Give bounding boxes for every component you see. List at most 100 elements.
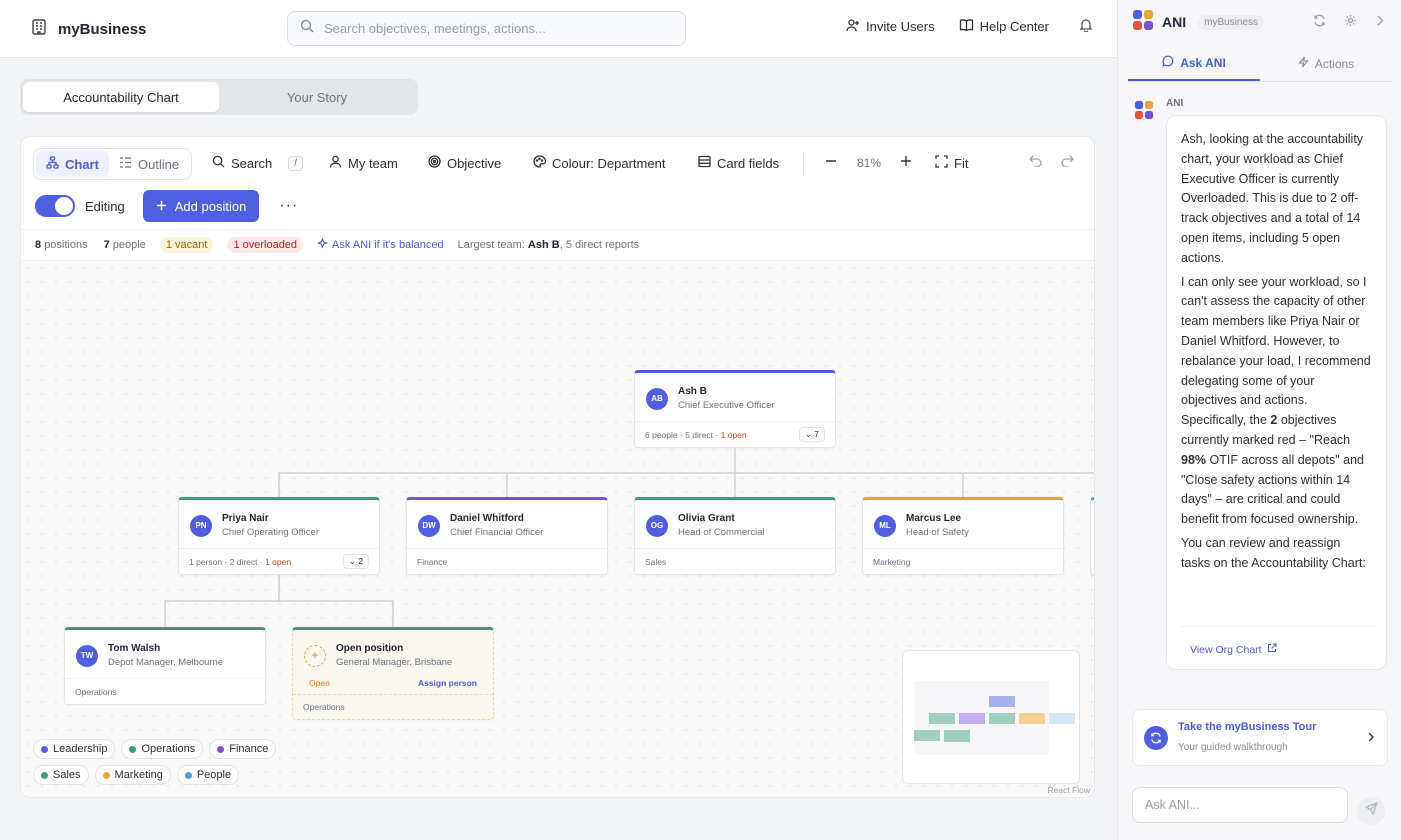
minimap-node [1019,713,1045,724]
undo-button[interactable] [1029,155,1042,170]
outline-view-button[interactable]: Outline [109,151,189,177]
invite-users-button[interactable]: Invite Users [846,18,935,35]
position-card-marcus-lee[interactable]: ML Marcus Lee Head of Safety Marketing [862,497,1064,575]
position-card-open-position[interactable]: + Open position General Manager, Brisbane… [292,627,494,720]
expand-reports-button[interactable]: ⌄ 2 [342,554,369,569]
target-icon [428,155,441,171]
objective-button[interactable]: Objective [428,155,501,171]
table-icon [698,155,711,171]
chart-toolbar: Chart Outline Search / My team Objective… [21,137,1094,229]
colour-department-button[interactable]: Colour: Department [533,155,665,171]
card-fields-button[interactable]: Card fields [698,155,779,171]
vacant-badge[interactable]: 1 vacant [159,237,214,253]
hierarchy-icon [46,156,59,172]
zoom-level: 81% [857,156,882,170]
ask-ani-balanced-link[interactable]: Ask ANI if it's balanced [316,237,444,252]
chart-search-button[interactable]: Search / [212,155,303,171]
tour-card[interactable]: Take the myBusiness Tour Your guided wal… [1132,709,1388,766]
brand[interactable]: myBusiness [30,18,146,41]
assign-person-link[interactable]: Assign person [418,678,477,688]
more-options-icon[interactable]: ··· [279,197,298,215]
view-tabs: Accountability Chart Your Story [20,79,418,115]
settings-gear-icon[interactable] [1344,14,1357,32]
chevron-right-icon[interactable] [1375,14,1385,32]
overloaded-badge[interactable]: 1 overloaded [227,237,304,253]
avatar: DW [418,514,440,537]
zoom-in-button[interactable] [900,155,912,170]
ask-ani-input[interactable] [1132,787,1348,823]
tab-actions[interactable]: Actions [1260,46,1392,81]
global-search[interactable] [287,11,686,46]
position-card-priya-nair[interactable]: PN Priya Nair Chief Operating Officer 1 p… [178,497,380,575]
send-button[interactable] [1357,797,1385,825]
card-meta: 6 people · 5 direct · 1 open [645,429,747,440]
position-card-olivia-grant[interactable]: OG Olivia Grant Head of Commercial Sales [634,497,836,575]
org-chart-canvas[interactable]: AB Ash B Chief Executive Officer 6 people… [21,261,1094,797]
zoom-out-button[interactable] [825,155,837,170]
add-position-label: Add position [174,198,247,214]
people-count: 7 people [103,239,146,251]
sparkle-icon [316,237,329,252]
largest-team-info: Largest team: Ash B, 5 direct reports [457,239,640,251]
department-label: Finance [417,556,448,567]
person-name: Priya Nair [222,513,269,524]
building-icon [30,18,48,41]
minimap-node [989,696,1015,707]
position-card-ash-b[interactable]: AB Ash B Chief Executive Officer 6 people… [634,370,836,448]
list-icon [119,156,132,172]
view-org-chart-link[interactable]: View Org Chart [1181,626,1376,661]
expand-reports-button[interactable]: ⌄ 7 [798,427,825,442]
position-card-daniel-whitford[interactable]: DW Daniel Whitford Chief Financial Office… [406,497,608,575]
search-input[interactable] [324,21,664,36]
position-name: Open position [336,643,404,654]
tab-accountability-chart[interactable]: Accountability Chart [23,82,219,112]
person-name: Tom Walsh [108,643,161,654]
department-label: Sales [645,556,667,567]
external-link-icon [1267,641,1277,661]
legend-label: Sales [53,769,81,781]
minus-icon [825,155,837,170]
fit-label: Fit [954,155,969,171]
tour-title: Take the myBusiness Tour [1178,721,1317,733]
position-card-offscreen[interactable] [1090,497,1094,575]
invite-users-label: Invite Users [865,19,935,34]
notifications-button[interactable] [1079,18,1093,35]
person-name: Ash B [678,386,707,397]
role-title: Depot Manager, Melbourne [108,657,224,668]
tab-your-story[interactable]: Your Story [219,82,415,112]
fit-button[interactable]: Fit [935,155,968,171]
minimap-node [929,713,955,724]
legend-dot-icon [41,771,48,779]
palette-icon [533,155,547,171]
editing-toggle[interactable] [35,195,75,217]
help-center-button[interactable]: Help Center [959,18,1049,35]
department-label: Operations [303,702,345,712]
vacant-avatar-icon: + [304,644,326,667]
react-flow-attribution[interactable]: React Flow [1047,785,1090,795]
view-org-chart-label: View Org Chart [1190,644,1262,656]
legend-chip-leadership[interactable]: Leadership [33,739,116,759]
view-mode-toggle: Chart Outline [33,148,193,180]
plus-icon [156,199,167,214]
legend-dot-icon [102,771,110,779]
role-title: Head of Commercial [678,527,765,538]
chart-view-label: Chart [65,156,99,172]
assistant-title: ANI [1162,14,1187,30]
minimap[interactable] [902,650,1080,784]
legend-chip-people[interactable]: People [176,765,240,785]
tour-refresh-icon [1144,726,1168,750]
refresh-icon[interactable] [1313,14,1326,32]
position-card-tom-walsh[interactable]: TW Tom Walsh Depot Manager, Melbourne Ope… [64,627,266,705]
redo-button[interactable] [1061,155,1074,170]
person-name: Marcus Lee [906,513,962,524]
legend-chip-finance[interactable]: Finance [209,739,277,759]
legend-chip-operations[interactable]: Operations [121,739,204,759]
add-position-button[interactable]: Add position [142,190,260,222]
search-icon [300,19,314,38]
legend-chip-sales[interactable]: Sales [33,765,89,785]
chart-view-button[interactable]: Chart [36,151,109,177]
message-paragraph: Ash, looking at the accountability chart… [1181,132,1364,265]
my-team-button[interactable]: My team [329,155,398,171]
tab-ask-ani[interactable]: Ask ANI [1128,46,1260,81]
legend-chip-marketing[interactable]: Marketing [94,765,171,785]
